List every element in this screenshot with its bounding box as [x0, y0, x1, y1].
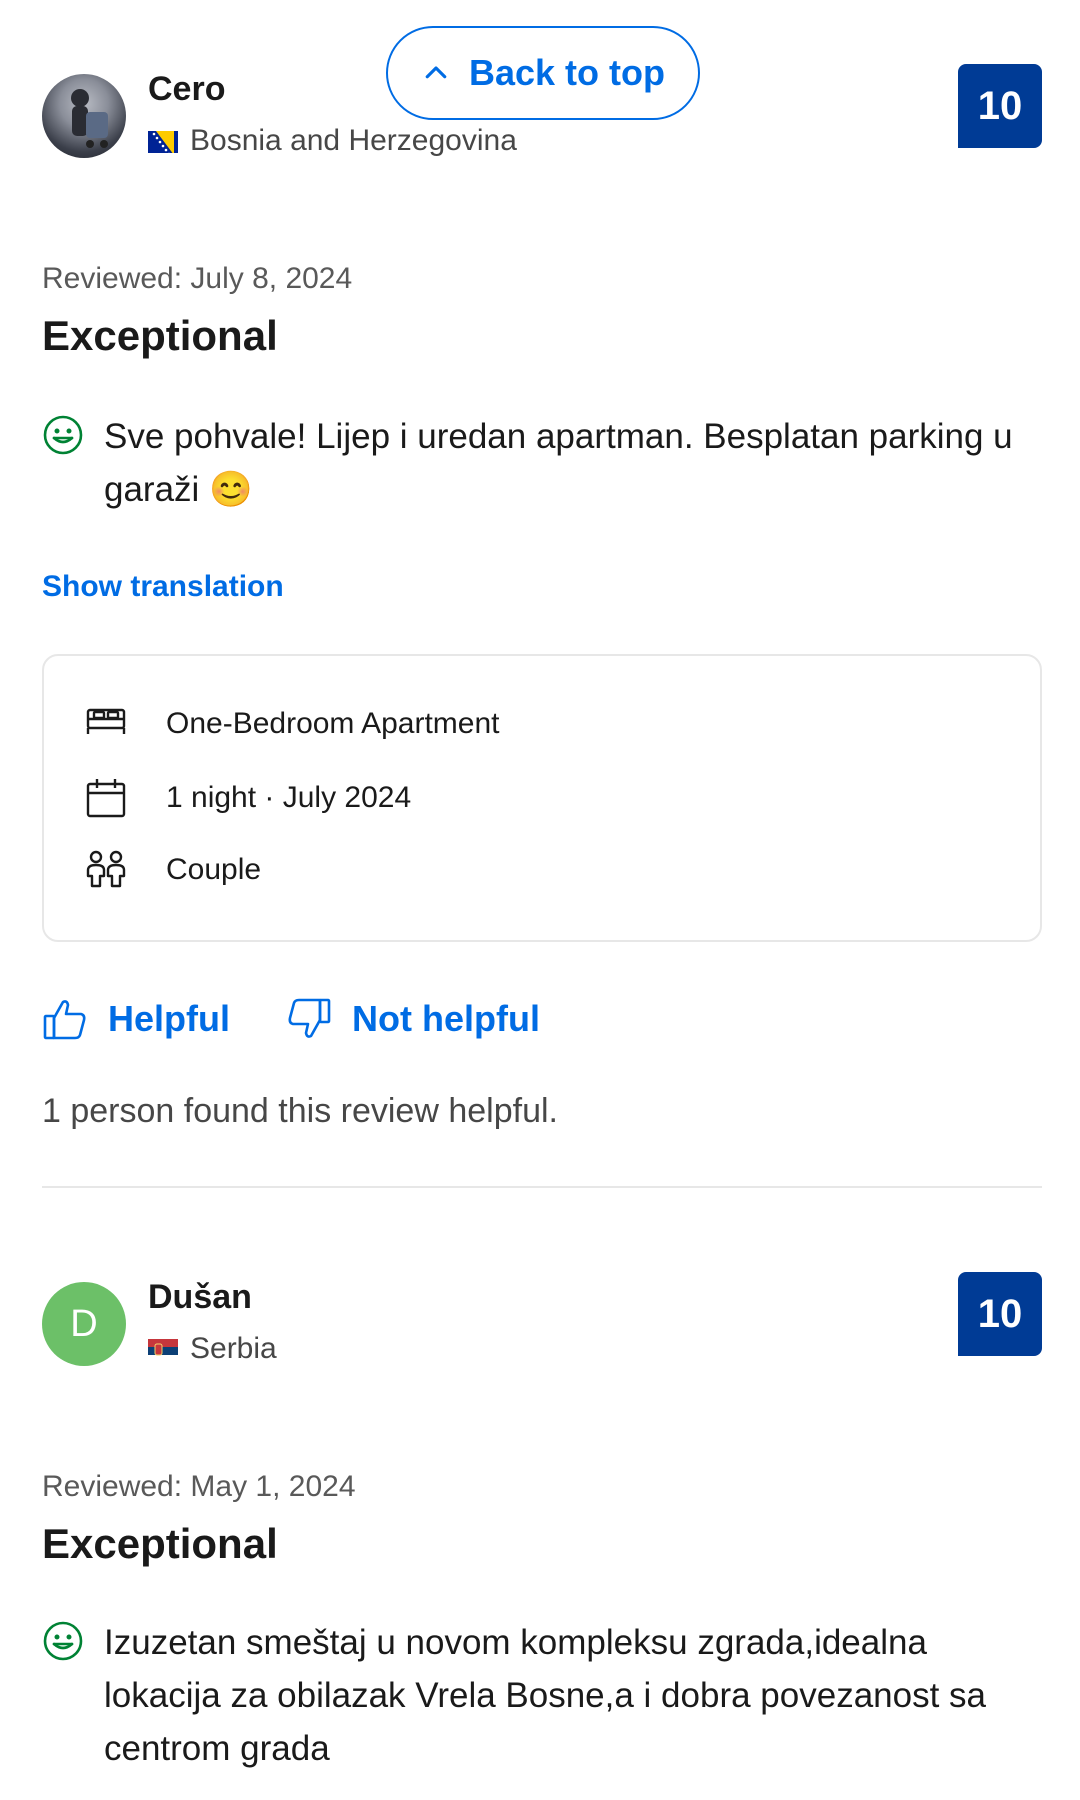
reviewer-name: Dušan [148, 1278, 252, 1316]
helpful-button[interactable]: Helpful [42, 996, 230, 1042]
stay-duration-text: 1 night · July 2024 [166, 781, 412, 814]
helpful-label: Helpful [108, 998, 230, 1039]
review-divider [42, 1186, 1042, 1188]
reviewer-country: Serbia [148, 1332, 277, 1366]
avatar-photo-image [71, 89, 108, 148]
smile-icon [43, 1621, 83, 1661]
review-positive: Sve pohvale! Lijep i uredan apartman. Be… [42, 410, 1042, 516]
show-translation-link[interactable]: Show translation [42, 570, 284, 604]
review-date: Reviewed: May 1, 2024 [42, 1470, 356, 1503]
room-type-text: One-Bedroom Apartment [166, 707, 500, 740]
review-title: Exceptional [42, 312, 278, 359]
flag-bosnia-icon [148, 129, 178, 153]
stay-duration-row: 1 night · July 2024 [84, 776, 411, 820]
avatar: D [42, 1282, 126, 1366]
back-to-top-label: Back to top [468, 52, 665, 93]
country-label: Serbia [190, 1332, 277, 1365]
thumbs-down-icon [288, 998, 331, 1038]
traveler-type-text: Couple [166, 853, 262, 886]
people-icon [86, 850, 126, 888]
reviewer-country: Bosnia and Herzegovina [148, 124, 517, 158]
back-to-top-button[interactable]: Back to top [386, 26, 700, 120]
review-title: Exceptional [42, 1520, 278, 1567]
score-badge: 10 [958, 1272, 1042, 1356]
stay-details-card: One-Bedroom Apartment 1 night · July 202… [42, 654, 1042, 942]
chevron-up-icon [425, 66, 447, 79]
flag-serbia-icon [148, 1337, 178, 1361]
not-helpful-label: Not helpful [352, 998, 540, 1039]
smile-icon [43, 415, 83, 455]
room-type-row: One-Bedroom Apartment [84, 702, 500, 746]
review-date: Reviewed: July 8, 2024 [42, 262, 353, 295]
score-badge: 10 [958, 64, 1042, 148]
calendar-icon [86, 779, 126, 818]
traveler-type-row: Couple [84, 848, 261, 892]
review-text: Sve pohvale! Lijep i uredan apartman. Be… [104, 417, 1013, 509]
bed-icon [86, 708, 126, 734]
helpful-count-text: 1 person found this review helpful. [42, 1092, 558, 1130]
thumbs-up-icon [43, 1000, 86, 1040]
reviewer-name: Cero [148, 70, 226, 108]
country-label: Bosnia and Herzegovina [190, 124, 517, 157]
not-helpful-button[interactable]: Not helpful [286, 996, 540, 1042]
review-positive: Izuzetan smeštaj u novom kompleksu zgrad… [42, 1616, 1042, 1775]
review-text: Izuzetan smeštaj u novom kompleksu zgrad… [104, 1623, 987, 1768]
avatar [42, 74, 126, 158]
